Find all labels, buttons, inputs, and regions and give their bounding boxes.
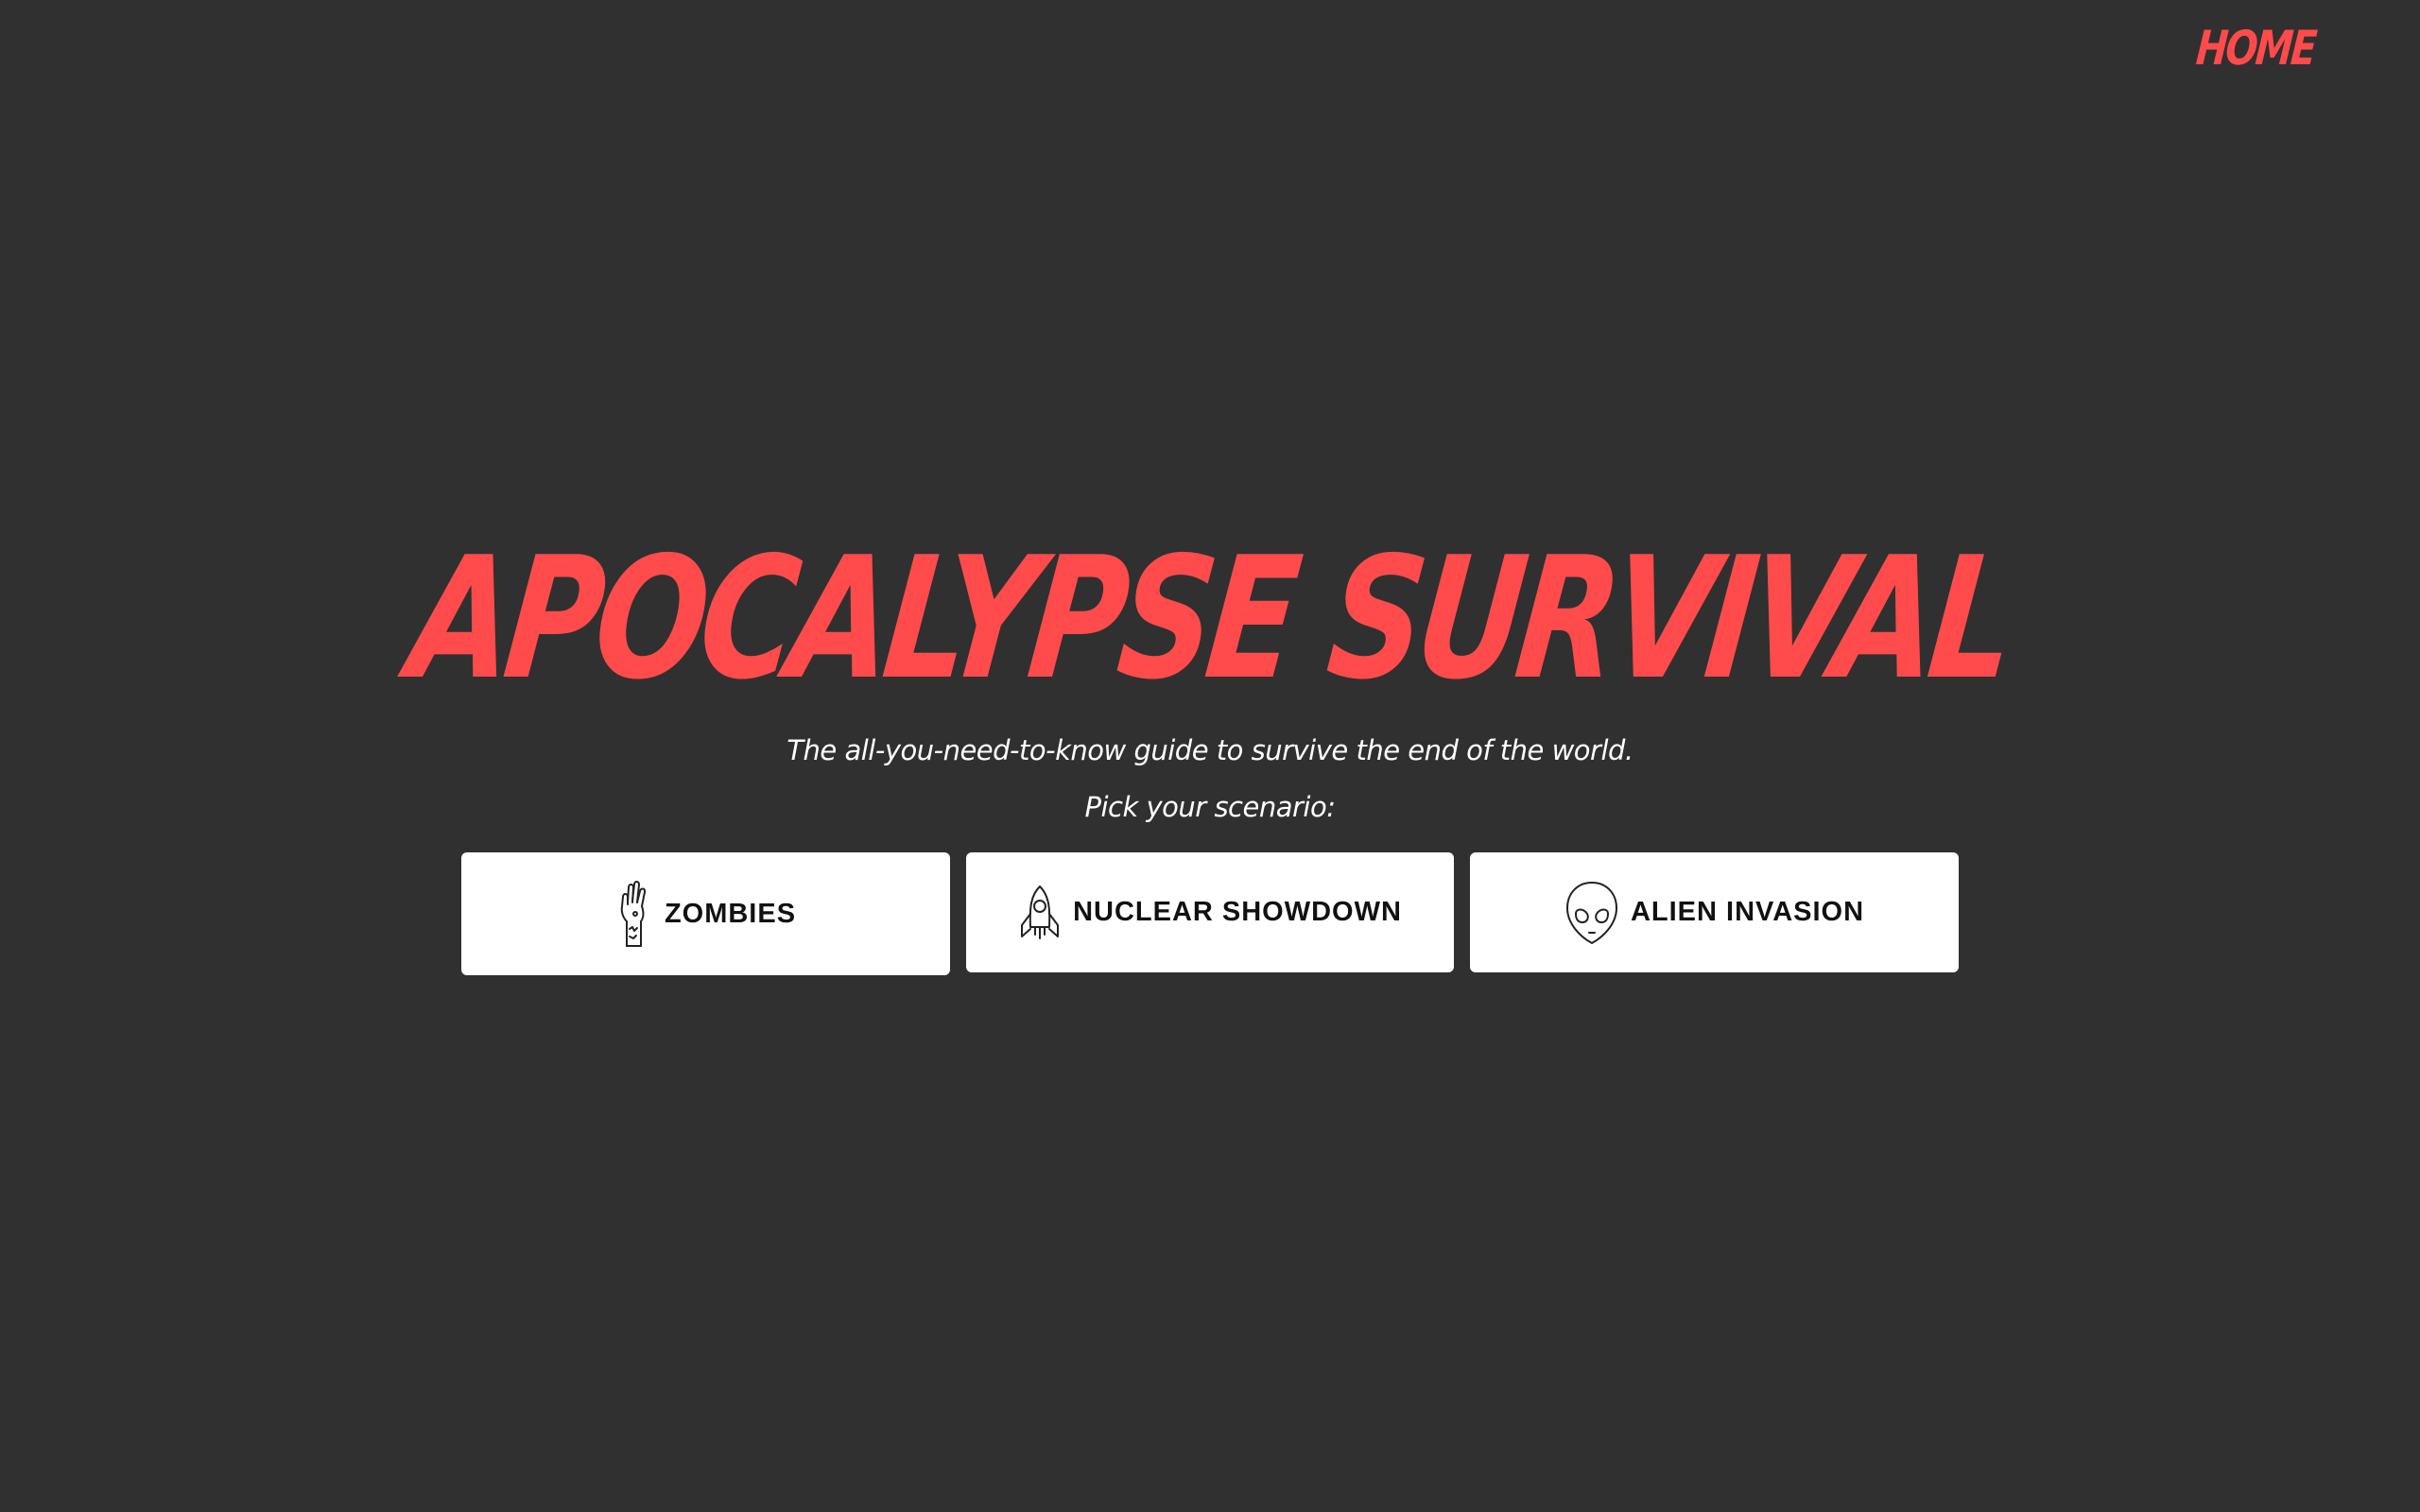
nuclear-showdown-button[interactable]: NUCLEAR SHOWDOWN	[966, 852, 1454, 972]
nuclear-showdown-label: NUCLEAR SHOWDOWN	[1073, 897, 1402, 927]
page-title: APOCALYPSE SURVIVAL	[401, 521, 2019, 716]
zombie-hand-icon	[615, 880, 653, 948]
alien-invasion-label: ALIEN INVASION	[1630, 897, 1865, 927]
home-link[interactable]: HOME	[2194, 15, 2317, 81]
tagline: The all-you-need-to-know guide to surviv…	[786, 734, 1634, 766]
zombies-label: ZOMBIES	[664, 898, 797, 929]
rocket-icon	[1018, 884, 1062, 942]
pick-scenario-label: Pick your scenario:	[1084, 791, 1336, 823]
alien-invasion-button[interactable]: ALIEN INVASION	[1470, 852, 1959, 972]
alien-head-icon	[1564, 880, 1619, 946]
zombies-button[interactable]: ZOMBIES	[461, 852, 950, 975]
